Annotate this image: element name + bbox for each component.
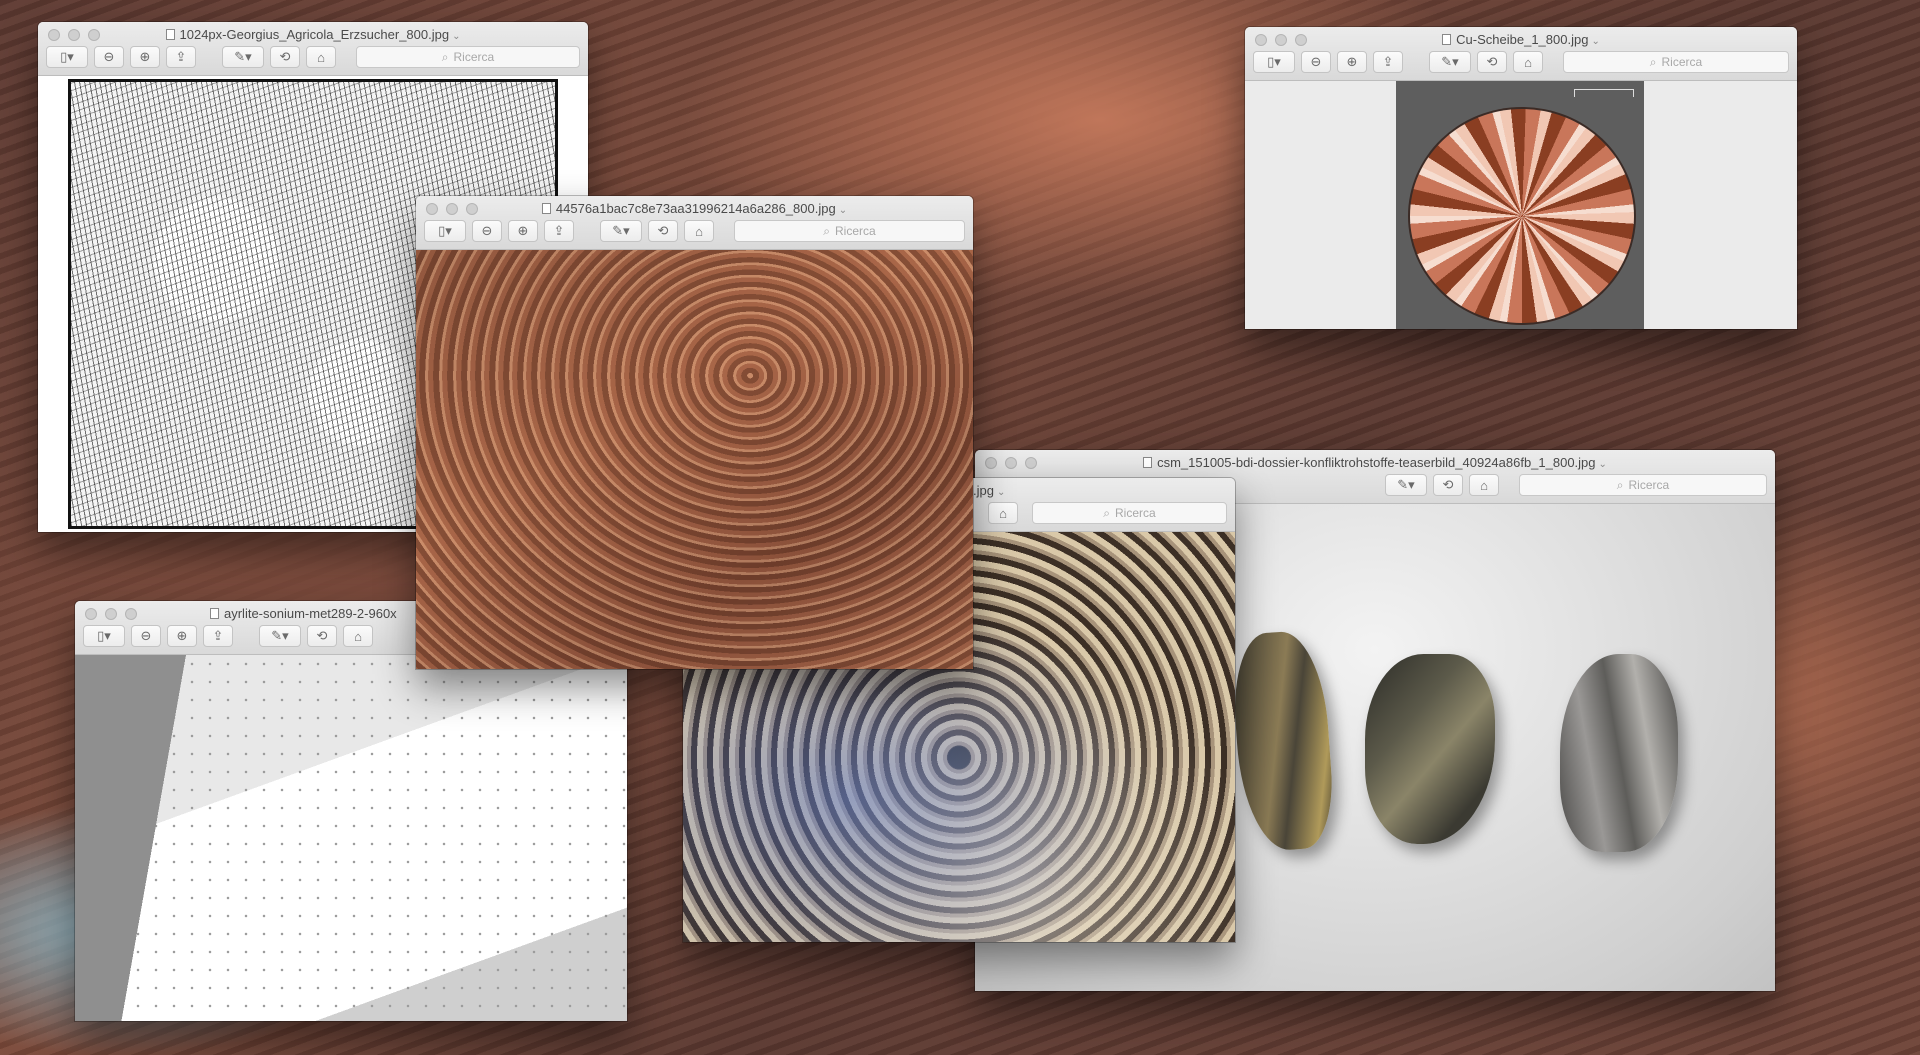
window-title: .jpg ⌄	[973, 483, 1235, 498]
window-title-text: 1024px-Georgius_Agricola_Erzsucher_800.j…	[179, 27, 450, 42]
zoom-out-button[interactable]: ⊖	[94, 46, 124, 68]
search-field[interactable]: ⌕ Ricerca	[1032, 502, 1227, 524]
chevron-down-icon[interactable]: ⌄	[997, 487, 1005, 498]
document-icon	[165, 29, 175, 40]
rotate-button[interactable]: ⟲	[270, 46, 300, 68]
document-icon	[210, 608, 219, 619]
toolbar: ⌂ ⌕ Ricerca	[988, 502, 1227, 524]
scale-bar	[1574, 89, 1634, 97]
document-icon	[1143, 457, 1153, 468]
window-titlebar[interactable]: Cu-Scheibe_1_800.jpg ⌄ ▯▾ ⊖ ⊕ ⇪ ✎▾ ⟲ ⌂ ⌕ R…	[1245, 27, 1797, 81]
share-button[interactable]: ⇪	[1373, 51, 1403, 73]
zoom-out-button[interactable]: ⊖	[131, 625, 161, 647]
copper-disk-image	[1396, 81, 1644, 329]
search-field[interactable]: ⌕ Ricerca	[356, 46, 580, 68]
markup-button[interactable]: ✎▾	[600, 220, 642, 242]
document-icon	[1442, 34, 1452, 45]
chevron-down-icon[interactable]: ⌄	[839, 205, 847, 216]
zoom-in-button[interactable]: ⊕	[1337, 51, 1367, 73]
rotate-button[interactable]: ⟲	[1433, 474, 1463, 496]
preview-window-cu-scheibe[interactable]: Cu-Scheibe_1_800.jpg ⌄ ▯▾ ⊖ ⊕ ⇪ ✎▾ ⟲ ⌂ ⌕ R…	[1245, 27, 1797, 329]
toolbar: ✎▾ ⟲ ⌂ ⌕ Ricerca	[1385, 474, 1767, 496]
toolbar: ▯▾ ⊖ ⊕ ⇪ ✎▾ ⟲ ⌂ ⌕ Ricerca	[46, 46, 580, 68]
close-button[interactable]	[85, 608, 97, 620]
search-icon: ⌕	[441, 49, 449, 64]
search-icon: ⌕	[1649, 54, 1657, 69]
search-field[interactable]: ⌕ Ricerca	[1519, 474, 1767, 496]
search-field[interactable]: ⌕ Ricerca	[1563, 51, 1789, 73]
share-button[interactable]: ⇪	[166, 46, 196, 68]
zoom-out-button[interactable]: ⊖	[472, 220, 502, 242]
toolbox-button[interactable]: ⌂	[343, 625, 373, 647]
preview-window-mine-aerial[interactable]: 44576a1bac7c8e73aa31996214a6a286_800.jpg…	[416, 196, 973, 669]
toolbox-button[interactable]: ⌂	[988, 502, 1018, 524]
window-titlebar[interactable]: 44576a1bac7c8e73aa31996214a6a286_800.jpg…	[416, 196, 973, 250]
toolbar: ▯▾ ⊖ ⊕ ⇪ ✎▾ ⟲ ⌂ ⌕ Ricerca	[1253, 51, 1789, 73]
mineral-specimen-2	[1365, 654, 1495, 844]
chevron-down-icon[interactable]: ⌄	[1591, 36, 1599, 47]
traffic-lights	[85, 608, 137, 620]
rotate-button[interactable]: ⟲	[307, 625, 337, 647]
chevron-down-icon[interactable]: ⌄	[1599, 459, 1607, 470]
window-titlebar[interactable]: 1024px-Georgius_Agricola_Erzsucher_800.j…	[38, 22, 588, 76]
search-placeholder: Ricerca	[1628, 478, 1670, 492]
window-title-text: 44576a1bac7c8e73aa31996214a6a286_800.jpg	[555, 201, 836, 216]
markup-button[interactable]: ✎▾	[1429, 51, 1471, 73]
window-title: 1024px-Georgius_Agricola_Erzsucher_800.j…	[38, 27, 588, 42]
image-view[interactable]	[1245, 81, 1797, 329]
sidebar-button[interactable]: ▯▾	[83, 625, 125, 647]
search-placeholder: Ricerca	[453, 50, 495, 64]
markup-button[interactable]: ✎▾	[222, 46, 264, 68]
chevron-down-icon[interactable]: ⌄	[452, 31, 460, 42]
search-placeholder: Ricerca	[1661, 55, 1703, 69]
honeycomb-panel-image[interactable]	[75, 655, 627, 1021]
rotate-button[interactable]: ⟲	[1477, 51, 1507, 73]
markup-button[interactable]: ✎▾	[259, 625, 301, 647]
markup-button[interactable]: ✎▾	[1385, 474, 1427, 496]
sidebar-button[interactable]: ▯▾	[46, 46, 88, 68]
search-placeholder: Ricerca	[835, 224, 876, 238]
search-icon: ⌕	[823, 223, 831, 238]
copper-disk	[1410, 109, 1634, 323]
open-pit-mine-image[interactable]	[416, 250, 973, 669]
document-icon	[541, 203, 551, 214]
zoom-in-button[interactable]: ⊕	[130, 46, 160, 68]
sidebar-button[interactable]: ▯▾	[1253, 51, 1295, 73]
rotate-button[interactable]: ⟲	[648, 220, 678, 242]
search-placeholder: Ricerca	[1115, 506, 1156, 520]
share-button[interactable]: ⇪	[203, 625, 233, 647]
mineral-specimen-3	[1560, 654, 1678, 852]
zoom-in-button[interactable]: ⊕	[167, 625, 197, 647]
search-icon: ⌕	[1103, 505, 1111, 520]
mineral-specimen-1	[1229, 629, 1337, 853]
zoom-out-button[interactable]: ⊖	[1301, 51, 1331, 73]
window-title: csm_151005-bdi-dossier-konfliktrohstoffe…	[975, 455, 1775, 470]
window-title-text: Cu-Scheibe_1_800.jpg	[1456, 32, 1589, 47]
toolbox-button[interactable]: ⌂	[306, 46, 336, 68]
search-icon: ⌕	[1616, 477, 1624, 492]
zoom-button[interactable]	[125, 608, 137, 620]
toolbox-button[interactable]: ⌂	[1469, 474, 1499, 496]
search-field[interactable]: ⌕ Ricerca	[734, 220, 965, 242]
minimize-button[interactable]	[105, 608, 117, 620]
toolbar: ▯▾ ⊖ ⊕ ⇪ ✎▾ ⟲ ⌂ ⌕ Ricerca	[424, 220, 965, 242]
sidebar-button[interactable]: ▯▾	[424, 220, 466, 242]
window-title-text: .jpg	[973, 483, 994, 498]
window-title: 44576a1bac7c8e73aa31996214a6a286_800.jpg…	[416, 201, 973, 216]
toolbox-button[interactable]: ⌂	[1513, 51, 1543, 73]
window-title: Cu-Scheibe_1_800.jpg ⌄	[1245, 32, 1797, 47]
window-title-text: ayrlite-sonium-met289-2-960x	[224, 606, 397, 621]
share-button[interactable]: ⇪	[544, 220, 574, 242]
zoom-in-button[interactable]: ⊕	[508, 220, 538, 242]
window-title-text: csm_151005-bdi-dossier-konfliktrohstoffe…	[1157, 455, 1596, 470]
toolbox-button[interactable]: ⌂	[684, 220, 714, 242]
